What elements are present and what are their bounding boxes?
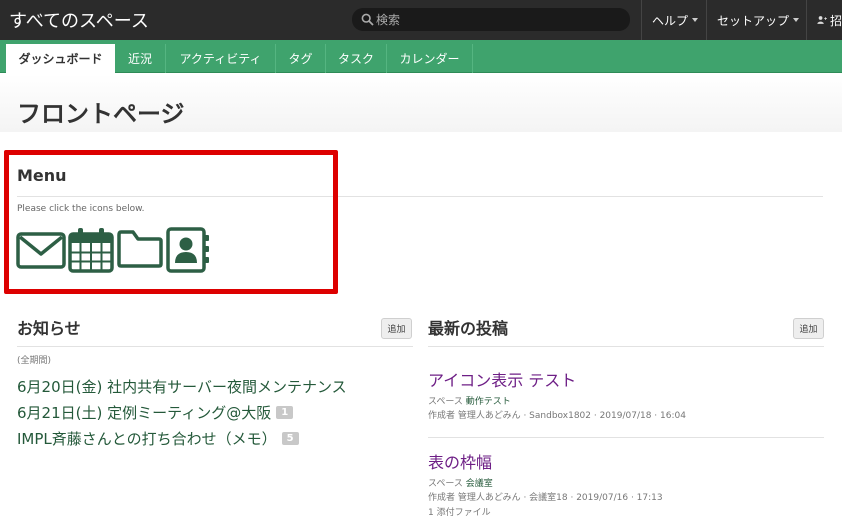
highlight-box: [4, 150, 338, 294]
post-space: スペース 会議室: [428, 476, 493, 489]
space-title[interactable]: すべてのスペース: [9, 7, 149, 33]
post-attachments[interactable]: 1 添付ファイル: [428, 505, 491, 518]
notice-link[interactable]: 6月20日(金) 社内共有サーバー夜間メンテナンス: [17, 376, 347, 397]
tab-tasks[interactable]: タスク: [326, 44, 387, 73]
post-space: スペース 動作テスト: [428, 394, 511, 407]
tab-calendar[interactable]: カレンダー: [387, 44, 473, 73]
post-meta: 作成者 管理人あどみん · 会議室18 · 2019/07/16 · 17:13: [428, 493, 663, 503]
add-user-icon: [817, 16, 827, 24]
tab-dashboard[interactable]: ダッシュボード: [6, 44, 115, 73]
notice-link[interactable]: IMPL斉藤さんとの打ち合わせ（メモ）: [17, 428, 277, 449]
notice-item[interactable]: 6月21日(土) 定例ミーティング@大阪 1: [17, 402, 294, 423]
tab-recent[interactable]: 近況: [115, 44, 166, 73]
setup-menu[interactable]: セットアップ: [706, 0, 806, 40]
post-title-link[interactable]: アイコン表示 テスト: [428, 367, 576, 391]
notices-heading: お知らせ: [17, 319, 81, 338]
add-post-button[interactable]: 追加: [793, 318, 824, 339]
divider: [428, 437, 824, 438]
notice-item[interactable]: IMPL斉藤さんとの打ち合わせ（メモ） 5: [17, 428, 299, 449]
setup-menu-label: セットアップ: [717, 13, 790, 28]
search-box[interactable]: [352, 8, 630, 31]
notice-item[interactable]: 6月20日(金) 社内共有サーバー夜間メンテナンス: [17, 376, 347, 397]
comment-count-badge: 5: [281, 432, 299, 445]
search-icon: [361, 13, 374, 26]
page-header: フロントページ: [0, 74, 842, 132]
add-notice-button[interactable]: 追加: [381, 318, 412, 339]
chevron-down-icon: [793, 18, 800, 22]
page-title: フロントページ: [17, 100, 185, 128]
divider: [17, 346, 413, 347]
post-space-prefix: スペース: [428, 397, 463, 407]
search-input[interactable]: [376, 10, 616, 29]
period-label: (全期間): [17, 356, 52, 366]
invite-user-button[interactable]: 招: [806, 0, 842, 40]
notice-link[interactable]: 6月21日(土) 定例ミーティング@大阪: [17, 402, 271, 423]
post-space-prefix: スペース: [428, 479, 463, 489]
help-menu[interactable]: ヘルプ: [641, 0, 706, 40]
post-space-link[interactable]: 動作テスト: [466, 397, 511, 407]
help-menu-label: ヘルプ: [652, 13, 689, 28]
tab-bar: ダッシュボード 近況 アクティビティ タグ タスク カレンダー: [0, 40, 842, 73]
tab-activity[interactable]: アクティビティ: [166, 44, 276, 73]
top-bar: すべてのスペース ヘルプ セットアップ 招: [0, 0, 842, 40]
invite-user-label: 招: [829, 13, 842, 28]
chevron-down-icon: [692, 18, 699, 22]
divider: [428, 346, 824, 347]
post-meta: 作成者 管理人あどみん · Sandbox1802 · 2019/07/18 ·…: [428, 411, 686, 421]
comment-count-badge: 1: [276, 406, 294, 419]
post-space-link[interactable]: 会議室: [466, 479, 493, 489]
tab-tags[interactable]: タグ: [276, 44, 326, 73]
post-title-link[interactable]: 表の枠幅: [428, 449, 492, 473]
latest-posts-heading: 最新の投稿: [428, 319, 509, 338]
